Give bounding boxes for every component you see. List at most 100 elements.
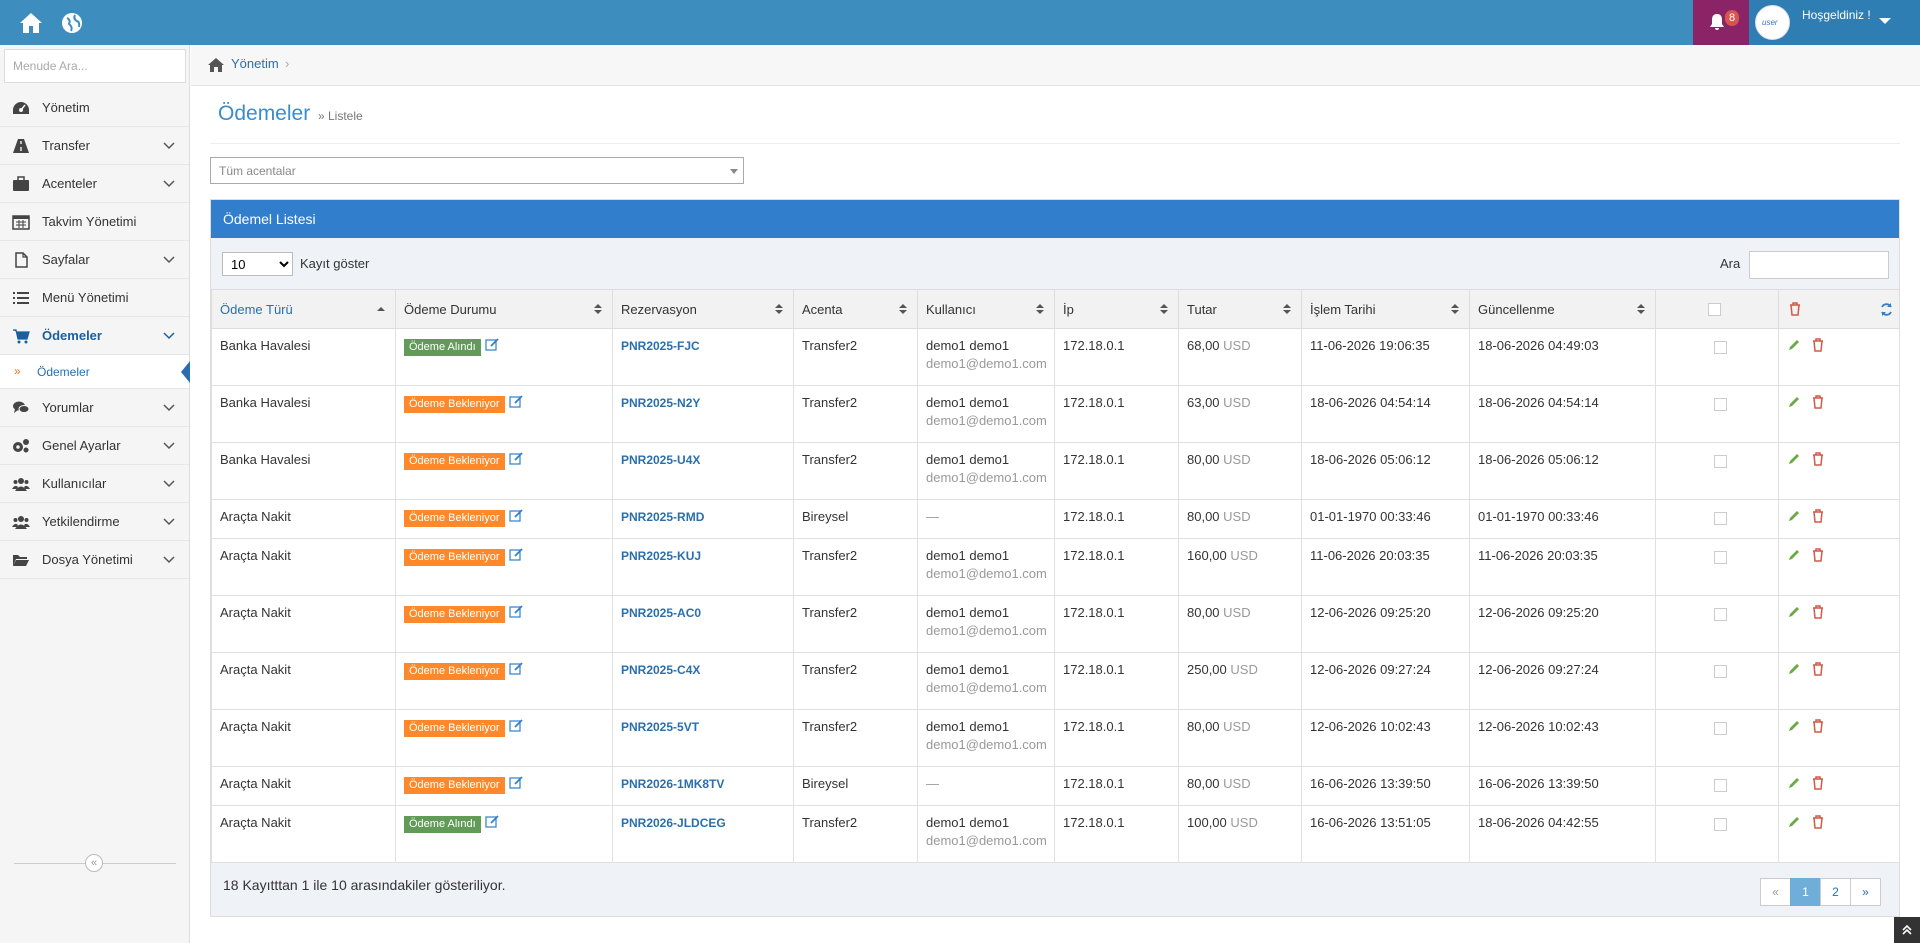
row-checkbox[interactable] [1714, 818, 1727, 831]
panel-header: Ödemel Listesi [211, 200, 1899, 238]
sidebar-item-dosya-yonetimi[interactable]: Dosya Yönetimi [0, 541, 189, 579]
row-checkbox[interactable] [1714, 722, 1727, 735]
sidebar-subitem-odemeler[interactable]: » Ödemeler [0, 355, 190, 389]
reservation-link[interactable]: PNR2025-KUJ [621, 549, 701, 563]
sidebar-item-odemeler[interactable]: Ödemeler [0, 317, 189, 355]
bulk-delete-icon[interactable] [1788, 302, 1802, 316]
globe-icon[interactable] [59, 10, 85, 36]
column-header-guncellenme[interactable]: Güncellenme [1469, 289, 1656, 329]
column-header-tutar[interactable]: Tutar [1178, 289, 1302, 329]
edit-status-icon[interactable] [508, 662, 523, 675]
edit-status-icon[interactable] [508, 452, 523, 465]
sidebar-item-yorumlar[interactable]: Yorumlar [0, 389, 189, 427]
home-icon[interactable] [18, 10, 44, 36]
trash-icon[interactable] [1811, 776, 1825, 790]
payments-table: Ödeme Türü Ödeme Durumu Rezervasyon Acen… [211, 289, 1900, 863]
column-header-ip[interactable]: İp [1054, 289, 1179, 329]
edit-status-icon[interactable] [508, 548, 523, 561]
edit-status-icon[interactable] [485, 338, 499, 351]
column-header-odeme-turu[interactable]: Ödeme Türü [211, 289, 396, 329]
sidebar-item-kullanicilar[interactable]: Kullanıcılar [0, 465, 189, 503]
edit-icon[interactable] [1787, 509, 1801, 523]
edit-status-icon[interactable] [508, 776, 523, 789]
trash-icon[interactable] [1811, 548, 1825, 562]
edit-icon[interactable] [1787, 605, 1801, 619]
page-length-select[interactable]: 10 [222, 252, 293, 276]
row-checkbox[interactable] [1714, 779, 1727, 792]
sidebar-item-sayfalar[interactable]: Sayfalar [0, 241, 189, 279]
agency-filter-select[interactable]: Tüm acentalar [210, 157, 744, 184]
sidebar-item-label: Dosya Yönetimi [42, 552, 133, 567]
menu-search-input[interactable] [4, 49, 186, 83]
edit-status-icon[interactable] [508, 605, 523, 618]
edit-status-icon[interactable] [508, 395, 523, 408]
edit-status-icon[interactable] [485, 815, 499, 828]
reservation-link[interactable]: PNR2026-1MK8TV [621, 777, 724, 791]
reservation-link[interactable]: PNR2025-FJC [621, 339, 700, 353]
reservation-link[interactable]: PNR2025-N2Y [621, 396, 700, 410]
scroll-to-top-button[interactable] [1894, 917, 1920, 943]
edit-icon[interactable] [1787, 395, 1801, 409]
refresh-icon[interactable] [1879, 302, 1894, 317]
edit-icon[interactable] [1787, 662, 1801, 676]
reservation-link[interactable]: PNR2025-U4X [621, 453, 700, 467]
column-header-odeme-durumu[interactable]: Ödeme Durumu [395, 289, 613, 329]
edit-status-icon[interactable] [508, 719, 523, 732]
edit-icon[interactable] [1787, 776, 1801, 790]
pagination-page-2[interactable]: 2 [1820, 878, 1851, 906]
reservation-link[interactable]: PNR2025-C4X [621, 663, 700, 677]
select-all-checkbox[interactable] [1708, 302, 1721, 316]
sidebar-item-menu-yonetimi[interactable]: Menü Yönetimi [0, 279, 189, 317]
sidebar-item-yetkilendirme[interactable]: Yetkilendirme [0, 503, 189, 541]
row-checkbox[interactable] [1714, 455, 1727, 468]
cell-transaction-date: 16-06-2026 13:39:50 [1301, 766, 1470, 806]
column-header-label: Güncellenme [1478, 301, 1555, 317]
reservation-link[interactable]: PNR2025-RMD [621, 510, 704, 524]
sidebar-item-takvim[interactable]: Takvim Yönetimi [0, 203, 189, 241]
trash-icon[interactable] [1811, 509, 1825, 523]
sidebar-item-transfer[interactable]: Transfer [0, 127, 189, 165]
row-checkbox[interactable] [1714, 398, 1727, 411]
reservation-link[interactable]: PNR2025-AC0 [621, 606, 701, 620]
sidebar-collapse-button[interactable]: « [85, 854, 103, 872]
trash-icon[interactable] [1811, 719, 1825, 733]
trash-icon[interactable] [1811, 815, 1825, 829]
pagination-page-1[interactable]: 1 [1790, 878, 1821, 906]
reservation-link[interactable]: PNR2025-5VT [621, 720, 699, 734]
row-checkbox[interactable] [1714, 512, 1727, 525]
status-badge: Ödeme Alındı [404, 339, 481, 356]
cell-updated-date: 11-06-2026 20:03:35 [1469, 538, 1656, 596]
row-checkbox[interactable] [1714, 608, 1727, 621]
reservation-link[interactable]: PNR2026-JLDCEG [621, 816, 726, 830]
sidebar-item-yonetim[interactable]: Yönetim [0, 89, 189, 127]
trash-icon[interactable] [1811, 662, 1825, 676]
row-checkbox[interactable] [1714, 551, 1727, 564]
column-header-rezervasyon[interactable]: Rezervasyon [612, 289, 794, 329]
edit-icon[interactable] [1787, 815, 1801, 829]
breadcrumb-link-yonetim[interactable]: Yönetim [231, 56, 279, 71]
trash-icon[interactable] [1811, 452, 1825, 466]
pagination-next-button[interactable]: » [1850, 878, 1881, 906]
notifications-button[interactable]: 8 [1693, 0, 1749, 45]
road-icon [13, 139, 29, 153]
row-checkbox[interactable] [1714, 341, 1727, 354]
trash-icon[interactable] [1811, 395, 1825, 409]
pagination-prev-button[interactable]: « [1760, 878, 1791, 906]
edit-status-icon[interactable] [508, 509, 523, 522]
home-icon[interactable] [207, 57, 225, 73]
user-menu[interactable]: user Hoşgeldiniz ! [1749, 0, 1920, 45]
row-checkbox[interactable] [1714, 665, 1727, 678]
edit-icon[interactable] [1787, 719, 1801, 733]
edit-icon[interactable] [1787, 452, 1801, 466]
user-name: demo1 demo1 [926, 662, 1010, 677]
table-search-input[interactable] [1749, 251, 1889, 279]
sidebar-item-genel-ayarlar[interactable]: Genel Ayarlar [0, 427, 189, 465]
column-header-islem-tarihi[interactable]: İşlem Tarihi [1301, 289, 1470, 329]
trash-icon[interactable] [1811, 605, 1825, 619]
trash-icon[interactable] [1811, 338, 1825, 352]
column-header-acenta[interactable]: Acenta [793, 289, 918, 329]
edit-icon[interactable] [1787, 338, 1801, 352]
sidebar-item-acenteler[interactable]: Acenteler [0, 165, 189, 203]
edit-icon[interactable] [1787, 548, 1801, 562]
column-header-kullanici[interactable]: Kullanıcı [917, 289, 1055, 329]
